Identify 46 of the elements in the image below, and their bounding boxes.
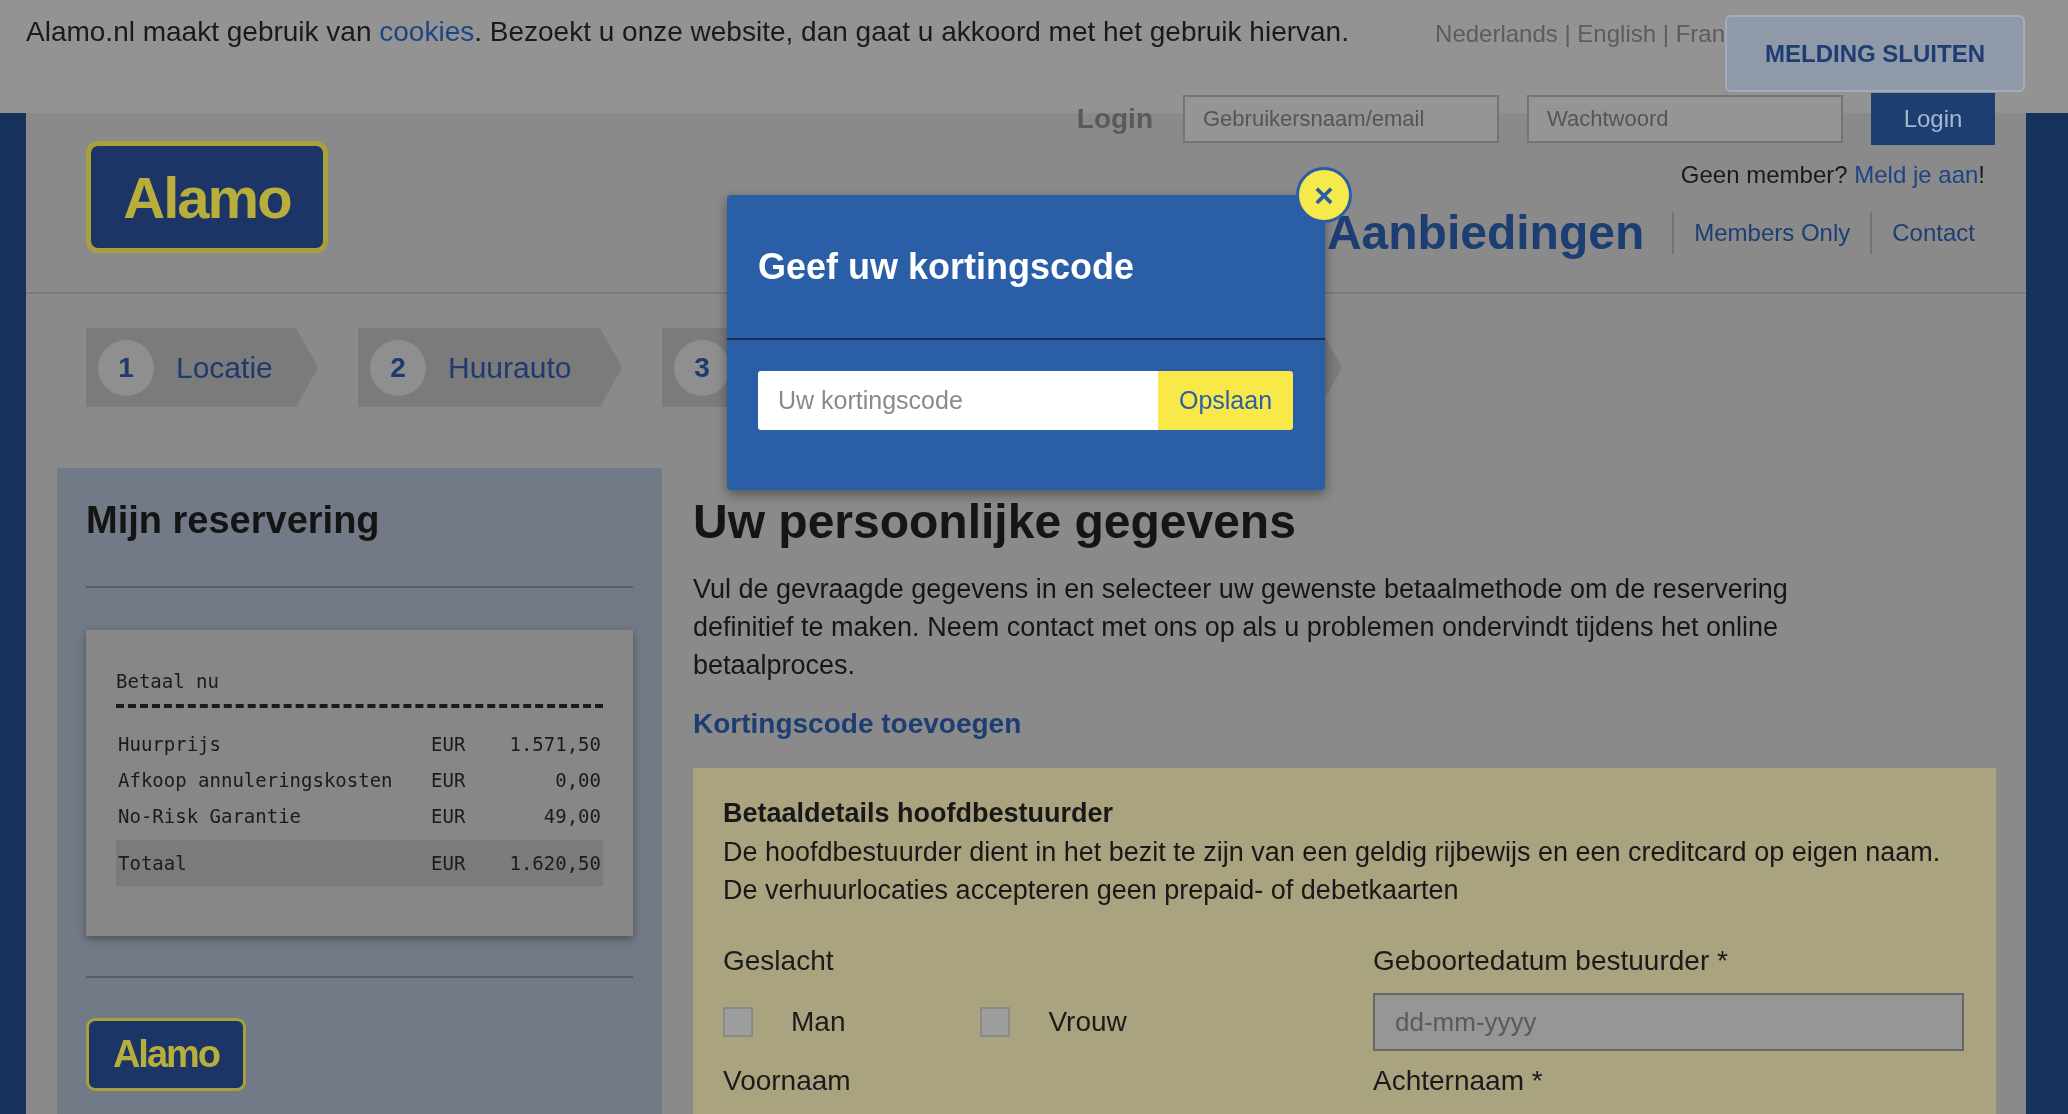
price-amount: 1.571,50 xyxy=(508,733,601,755)
field-label: Voornaam xyxy=(723,1064,852,1098)
sidebar-title: Mijn reservering xyxy=(86,498,381,542)
currency: EUR xyxy=(431,805,467,827)
alamo-logo[interactable]: Alamo xyxy=(86,141,328,253)
currency: EUR xyxy=(431,852,467,874)
receipt-title: Betaal nu xyxy=(116,670,603,708)
checkbox-label: Vrouw xyxy=(1048,1006,1127,1038)
checkbox[interactable] xyxy=(980,1007,1011,1037)
price-label: Totaal xyxy=(118,852,188,874)
cookie-message: Alamo.nl maakt gebruik van cookies. Bezoekt u onze website, dan gaat u akkoord met het gebruik hiervan. xyxy=(26,16,1349,48)
price-label: No-Risk Garantie xyxy=(118,805,303,827)
cookies-link[interactable]: cookies xyxy=(379,16,475,47)
discount-code-field[interactable]: Uw kortingscode xyxy=(758,371,1158,430)
currency: EUR xyxy=(431,769,467,791)
price-label: Huurprijs xyxy=(118,733,222,755)
currency: EUR xyxy=(431,733,467,755)
login-label: Login xyxy=(1076,103,1153,135)
register-link[interactable]: Meld je aan xyxy=(1854,161,1979,188)
password-field[interactable]: Wachtwoord xyxy=(1527,95,1843,143)
checkbox-label: Man xyxy=(791,1006,846,1038)
close-notice-button[interactable]: MELDING SLUITEN xyxy=(1725,15,2025,92)
discount-link[interactable]: Kortingscode toevoegen xyxy=(693,708,1996,740)
nav-link[interactable]: Contact xyxy=(1870,212,1995,254)
checkbox[interactable] xyxy=(723,1007,753,1037)
field-label: Geboortedatum bestuurder * xyxy=(1373,944,1729,978)
form-description: De hoofdbestuurder dient in het bezit te zijn van een geldig rijbewijs en een creditcard op eigen naam. De verhuurlocaties accepteren geen prepaid- of debetkaarten xyxy=(723,836,1942,907)
step-tab[interactable]: 1 Locatie xyxy=(86,328,318,407)
form-title: Betaaldetails hoofdbestuurder xyxy=(723,798,1115,829)
price-amount: 0,00 xyxy=(554,769,601,791)
member-text: Geen member? Meld je aan! xyxy=(1680,161,1985,189)
price-amount: 49,00 xyxy=(542,805,601,827)
intro-text: Vul de gevraagde gegevens in en selecteer uw gewenste betaalmethode om de reservering definitief te maken. Neem contact met ons op als u problemen ondervindt tijdens het online betaalproces. xyxy=(693,573,1789,682)
field-label: Achternaam * xyxy=(1373,1064,1544,1098)
date-field[interactable]: dd-mm-yyyy xyxy=(1373,993,1964,1051)
nav-link[interactable]: Members Only xyxy=(1672,212,1871,254)
price-label: Afkoop annuleringskosten xyxy=(118,769,394,791)
field-label: Geslacht xyxy=(723,944,835,978)
step-tab[interactable]: 2 Huurauto xyxy=(358,328,622,407)
page-title: Uw persoonlijke gegevens xyxy=(693,494,1297,550)
login-button[interactable]: Login xyxy=(1871,93,1995,145)
username-field[interactable]: Gebruikersnaam/email xyxy=(1183,95,1499,143)
save-button[interactable]: Opslaan xyxy=(1158,371,1293,430)
dialog-title: Geef uw kortingscode xyxy=(758,245,1135,288)
alamo-logo: Alamo xyxy=(86,1018,246,1091)
price-amount: 1.620,50 xyxy=(508,852,601,874)
